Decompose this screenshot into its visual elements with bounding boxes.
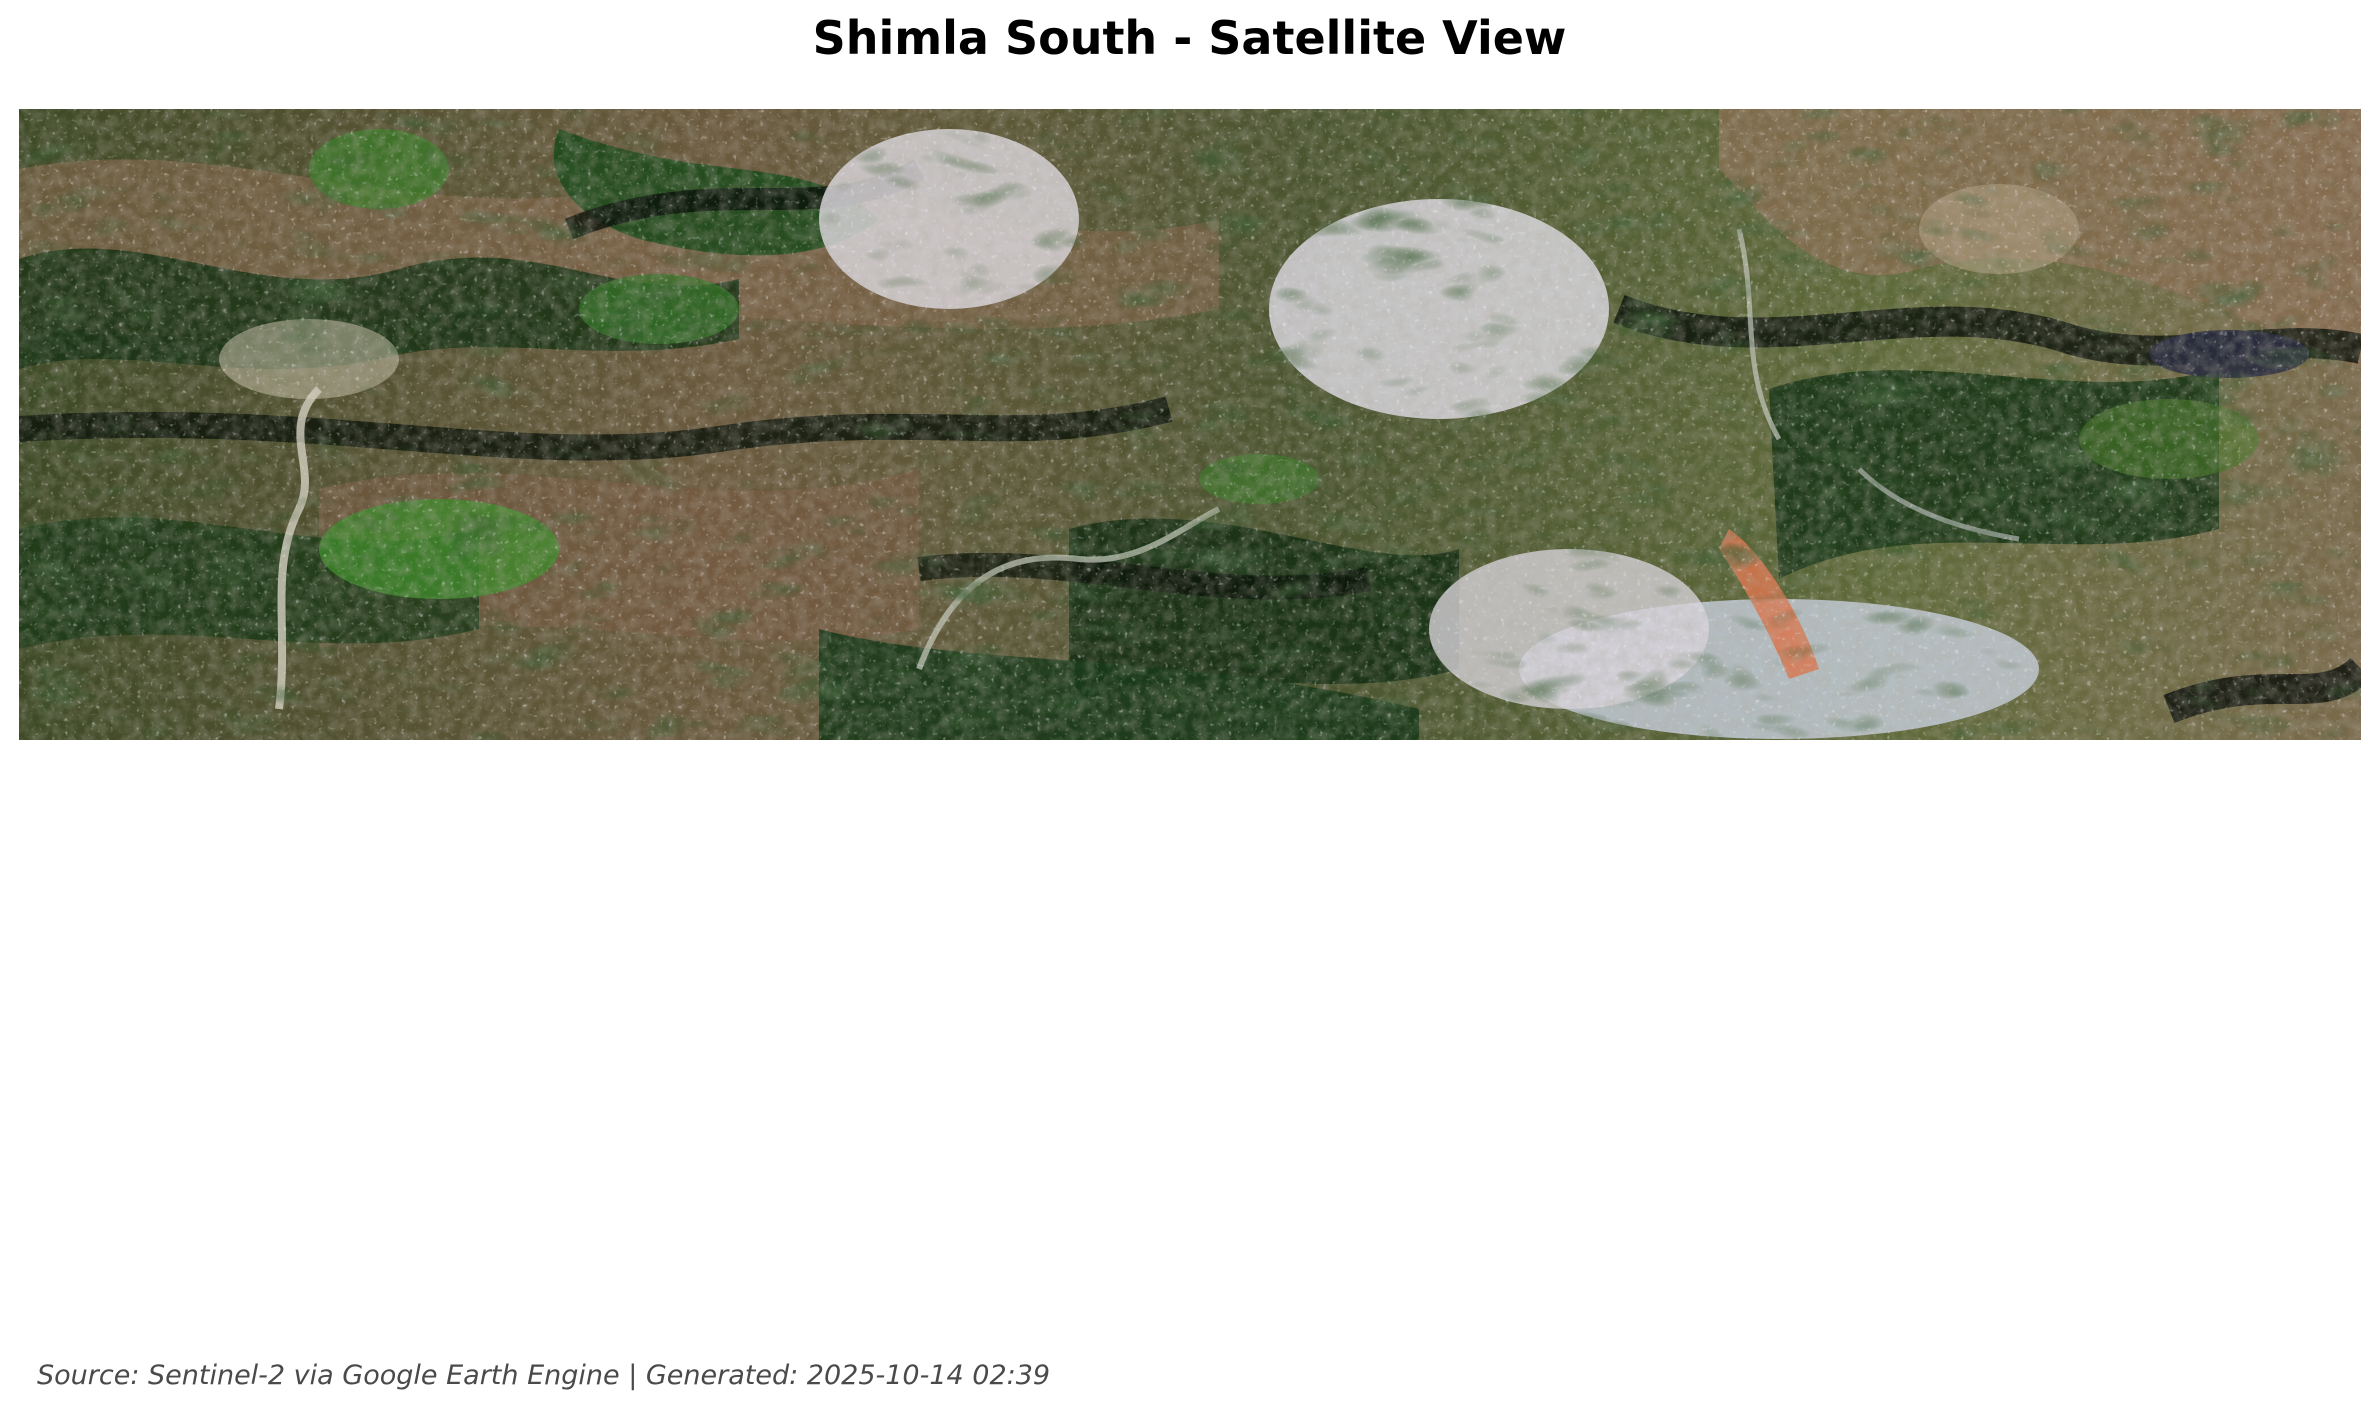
satellite-terrain — [19, 109, 2361, 740]
map-title: Shimla South - Satellite View — [812, 11, 1567, 65]
source-caption: Source: Sentinel-2 via Google Earth Engi… — [37, 1360, 1051, 1391]
satellite-image — [19, 109, 2361, 740]
